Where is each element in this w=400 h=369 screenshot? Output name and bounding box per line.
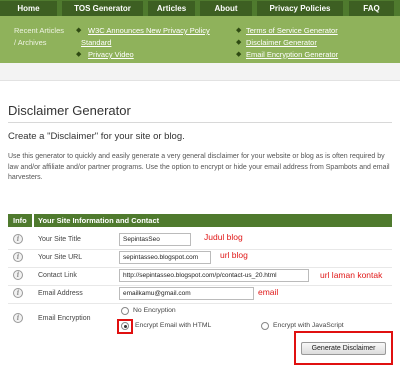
info-icon[interactable]: i bbox=[13, 288, 23, 298]
page-subtitle: Create a "Disclaimer" for your site or b… bbox=[8, 131, 185, 142]
recent-link-privacy-video[interactable]: Privacy Video bbox=[88, 49, 134, 60]
radio-encrypt-javascript-label: Encrypt with JavaScript bbox=[273, 322, 344, 329]
site-url-input[interactable]: sepintasseo.blogspot.com bbox=[119, 251, 211, 264]
annotation-url-note: url blog bbox=[220, 250, 248, 260]
tab-home[interactable]: Home bbox=[0, 1, 57, 16]
form-header-separator bbox=[32, 214, 34, 227]
recent-link-standard[interactable]: Standard bbox=[81, 37, 111, 48]
recent-articles-band: Recent Articles / Archives ◆ W3C Announc… bbox=[0, 16, 400, 63]
radio-no-encryption[interactable] bbox=[121, 307, 129, 315]
info-icon[interactable]: i bbox=[13, 270, 23, 280]
annotation-title-note: Judul blog bbox=[204, 232, 243, 242]
bullet-icon: ◆ bbox=[236, 27, 242, 34]
recent-articles-title: Recent Articles / Archives bbox=[14, 26, 65, 47]
recent-link-disclaimer-generator[interactable]: Disclaimer Generator bbox=[246, 37, 317, 48]
title-divider bbox=[8, 122, 392, 123]
annotation-contact-note: url laman kontak bbox=[320, 270, 383, 280]
site-title-input[interactable]: SepintasSeo bbox=[119, 233, 191, 246]
contact-link-input[interactable]: http://sepintasseo.blogspot.com/p/contac… bbox=[119, 269, 309, 282]
email-encryption-label: Email Encryption bbox=[38, 315, 91, 322]
email-address-input[interactable]: emailkamu@gmail.com bbox=[119, 287, 254, 300]
radio-encrypt-html[interactable] bbox=[121, 322, 129, 330]
tab-tos-generator[interactable]: TOS Generator bbox=[62, 1, 143, 16]
radio-encrypt-html-label: Encrypt Email with HTML bbox=[135, 322, 212, 329]
bullet-icon: ◆ bbox=[76, 51, 82, 58]
page-title: Disclaimer Generator bbox=[8, 103, 131, 118]
tab-privacy-policies[interactable]: Privacy Policies bbox=[257, 1, 343, 16]
bullet-icon: ◆ bbox=[236, 39, 242, 46]
form-header-title: Your Site Information and Contact bbox=[38, 216, 160, 225]
contact-link-label: Contact Link bbox=[38, 272, 77, 279]
info-icon[interactable]: i bbox=[13, 313, 23, 323]
generate-disclaimer-button[interactable]: Generate Disclaimer bbox=[301, 342, 386, 355]
tab-articles[interactable]: Articles bbox=[148, 1, 195, 16]
tab-faq[interactable]: FAQ bbox=[349, 1, 394, 16]
row-divider bbox=[8, 303, 392, 304]
row-divider bbox=[8, 249, 392, 250]
sub-header-strip bbox=[0, 63, 400, 81]
recent-link-email-encryption[interactable]: Email Encryption Generator bbox=[246, 49, 338, 60]
tab-about[interactable]: About bbox=[200, 1, 252, 16]
radio-encrypt-javascript[interactable] bbox=[261, 322, 269, 330]
info-icon[interactable]: i bbox=[13, 252, 23, 262]
annotation-email-note: email bbox=[258, 287, 279, 297]
form-header-info: Info bbox=[13, 216, 27, 225]
row-divider bbox=[8, 285, 392, 286]
bullet-icon: ◆ bbox=[76, 27, 82, 34]
row-divider bbox=[8, 267, 392, 268]
radio-no-encryption-label: No Encryption bbox=[133, 307, 176, 314]
bullet-icon: ◆ bbox=[236, 51, 242, 58]
site-title-label: Your Site Title bbox=[38, 236, 81, 243]
info-icon[interactable]: i bbox=[13, 234, 23, 244]
recent-link-tos-generator[interactable]: Terms of Service Generator bbox=[246, 25, 338, 36]
recent-link-w3c[interactable]: W3C Announces New Privacy Policy bbox=[88, 25, 210, 36]
top-nav: Home TOS Generator Articles About Privac… bbox=[0, 0, 400, 16]
site-url-label: Your Site URL bbox=[38, 254, 83, 261]
email-address-label: Email Address bbox=[38, 290, 83, 297]
page-description: Use this generator to quickly and easily… bbox=[8, 153, 390, 181]
